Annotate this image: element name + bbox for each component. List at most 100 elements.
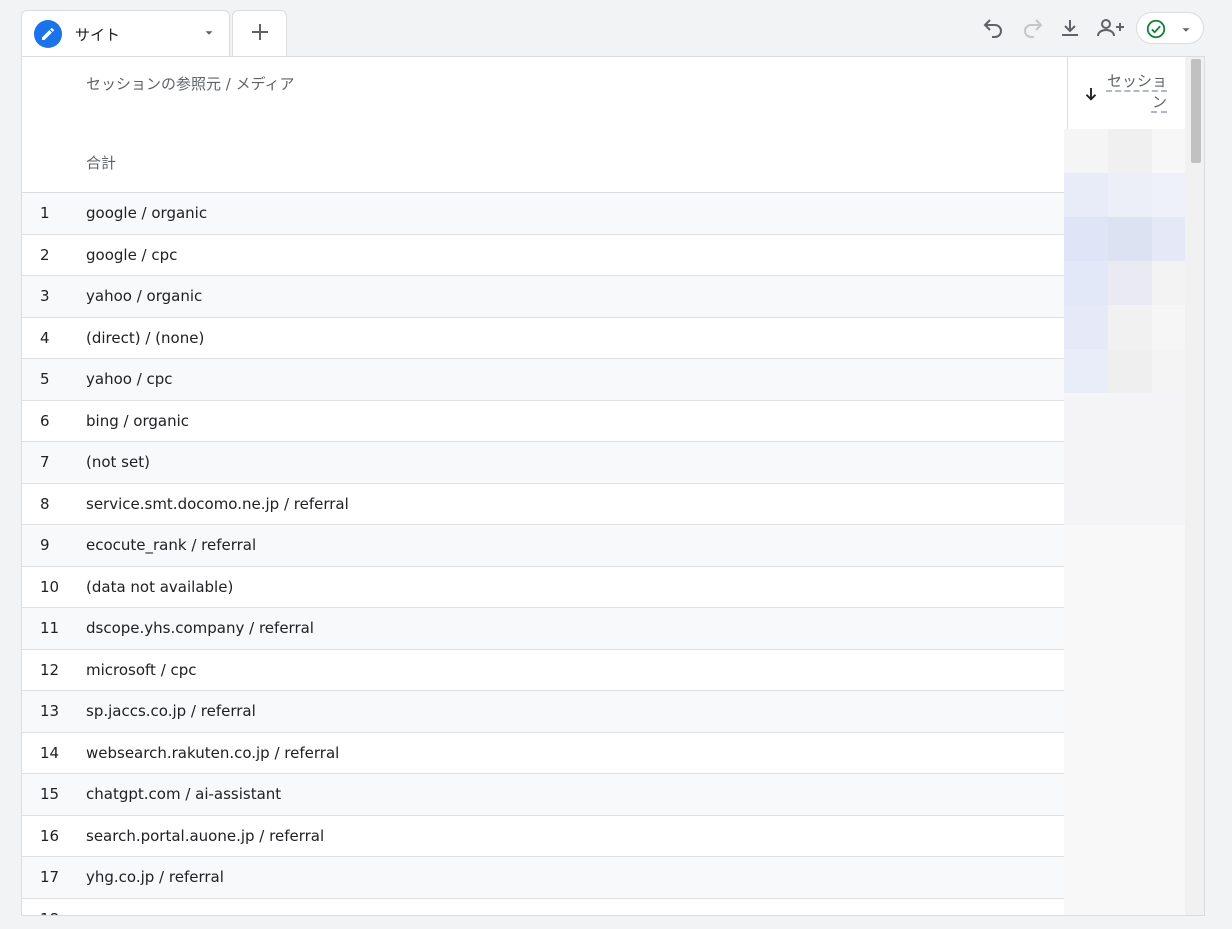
row-index: 7 — [40, 453, 50, 471]
dimension-column-header[interactable]: セッションの参照元 / メディア — [86, 73, 295, 94]
row-dimension-value: microsoft / cpc — [86, 660, 197, 679]
row-dimension-value: google / organic — [86, 204, 208, 222]
table-row[interactable]: 18 — [22, 899, 1064, 916]
obscured-value-cell — [1064, 789, 1108, 833]
row-dimension-value: (direct) / (none) — [86, 328, 205, 347]
row-dimension-value: yahoo / cpc — [86, 370, 173, 388]
scrollbar-thumb[interactable] — [1191, 59, 1201, 163]
obscured-value-cell — [1108, 789, 1152, 833]
row-index: 18 — [40, 910, 59, 916]
add-person-icon[interactable] — [1096, 15, 1126, 41]
table-row[interactable]: 11 dscope.yhs.company / referral — [22, 608, 1064, 650]
obscured-value-cell — [1064, 877, 1108, 915]
obscured-value-cell — [1108, 261, 1152, 305]
table-row[interactable]: 3 yahoo / organic — [22, 276, 1064, 318]
table-row[interactable]: 15 chatgpt.com / ai-assistant — [22, 774, 1064, 816]
obscured-value-cell — [1108, 745, 1152, 789]
table-row[interactable]: 16 search.portal.auone.jp / referral — [22, 816, 1064, 857]
chevron-down-icon[interactable] — [202, 25, 216, 44]
undo-icon[interactable] — [980, 15, 1006, 41]
obscured-value-cell — [1064, 525, 1108, 569]
row-dimension-value: yhg.co.jp / referral — [86, 868, 224, 886]
row-dimension-value: ecocute_rank / referral — [86, 536, 257, 554]
table-row[interactable]: 4 (direct) / (none) — [22, 318, 1064, 359]
obscured-value-cell — [1064, 569, 1108, 613]
row-dimension-value: bing / organic — [86, 411, 190, 430]
obscured-value-cell — [1108, 833, 1152, 877]
check-circle-icon — [1145, 18, 1167, 44]
row-index: 13 — [40, 702, 60, 720]
row-index: 10 — [40, 577, 60, 596]
row-dimension-value: service.smt.docomo.ne.jp / referral — [86, 494, 349, 513]
table-body: 1 google / organic 2 google / cpc 3 yahoo / o… — [22, 193, 1064, 916]
tab-site[interactable]: サイト — [21, 10, 230, 56]
table-row[interactable]: 6 bing / organic — [22, 401, 1064, 442]
obscured-value-cell — [1108, 217, 1152, 261]
row-index: 6 — [40, 411, 50, 430]
table-row[interactable]: 2 google / cpc — [22, 235, 1064, 276]
obscured-value-cell — [1064, 657, 1108, 701]
obscured-value-cell — [1108, 569, 1152, 613]
row-index: 1 — [40, 204, 50, 222]
row-dimension-value: google / cpc — [86, 245, 178, 264]
download-icon[interactable] — [1057, 15, 1083, 41]
table-row[interactable]: 10 (data not available) — [22, 567, 1064, 608]
obscured-value-cell — [1064, 173, 1108, 217]
metric-values-obscured — [1064, 129, 1196, 915]
table-row[interactable]: 5 yahoo / cpc — [22, 359, 1064, 401]
row-dimension-value: chatgpt.com / ai-assistant — [86, 785, 282, 803]
table-row[interactable]: 9 ecocute_rank / referral — [22, 525, 1064, 567]
obscured-value-cell — [1064, 613, 1108, 657]
metric-column-header[interactable]: セッション — [1067, 57, 1185, 129]
row-dimension-value: search.portal.auone.jp / referral — [86, 826, 325, 845]
row-index: 14 — [40, 743, 60, 762]
add-tab-button[interactable] — [232, 10, 287, 56]
obscured-value-cell — [1064, 745, 1108, 789]
row-index: 17 — [40, 868, 60, 886]
metric-header-label: セッション — [1106, 72, 1167, 111]
obscured-value-cell — [1064, 481, 1108, 525]
obscured-value-cell — [1064, 129, 1108, 173]
row-index: 3 — [40, 287, 50, 305]
row-dimension-value: yahoo / organic — [86, 287, 203, 305]
table-row[interactable]: 17 yhg.co.jp / referral — [22, 857, 1064, 899]
obscured-value-cell — [1064, 833, 1108, 877]
obscured-value-cell — [1064, 393, 1108, 437]
table-row[interactable]: 1 google / organic — [22, 193, 1064, 235]
obscured-value-cell — [1108, 129, 1152, 173]
arrow-down-icon[interactable] — [1082, 85, 1100, 107]
row-index: 8 — [40, 494, 50, 513]
obscured-value-cell — [1108, 701, 1152, 745]
obscured-value-cell — [1108, 525, 1152, 569]
row-index: 12 — [40, 660, 60, 679]
row-index: 5 — [40, 370, 50, 388]
redo-icon[interactable] — [1020, 15, 1046, 41]
vertical-scrollbar[interactable] — [1185, 57, 1204, 915]
plus-icon — [248, 20, 272, 48]
pencil-icon — [34, 20, 62, 48]
row-dimension-value: websearch.rakuten.co.jp / referral — [86, 743, 340, 762]
row-dimension-value: (not set) — [86, 453, 150, 471]
table-row[interactable]: 14 websearch.rakuten.co.jp / referral — [22, 733, 1064, 774]
table-row[interactable]: 8 service.smt.docomo.ne.jp / referral — [22, 484, 1064, 525]
obscured-value-cell — [1108, 393, 1152, 437]
obscured-value-cell — [1108, 437, 1152, 481]
row-index: 16 — [40, 826, 60, 845]
obscured-value-cell — [1108, 349, 1152, 393]
obscured-value-cell — [1108, 657, 1152, 701]
obscured-value-cell — [1108, 877, 1152, 915]
obscured-value-cell — [1064, 437, 1108, 481]
report-table: セッションの参照元 / メディア 合計 1 google / organic 2 go… — [21, 56, 1205, 916]
obscured-value-cell — [1108, 305, 1152, 349]
obscured-value-cell — [1064, 217, 1108, 261]
obscured-value-cell — [1064, 261, 1108, 305]
obscured-value-cell — [1108, 481, 1152, 525]
table-row[interactable]: 12 microsoft / cpc — [22, 650, 1064, 691]
table-row[interactable]: 13 sp.jaccs.co.jp / referral — [22, 691, 1064, 733]
table-row[interactable]: 7 (not set) — [22, 442, 1064, 484]
row-dimension-value: sp.jaccs.co.jp / referral — [86, 702, 256, 720]
row-dimension-value: dscope.yhs.company / referral — [86, 619, 314, 637]
chevron-down-icon — [1179, 22, 1193, 41]
status-menu-button[interactable] — [1136, 12, 1204, 44]
row-index: 2 — [40, 245, 50, 264]
